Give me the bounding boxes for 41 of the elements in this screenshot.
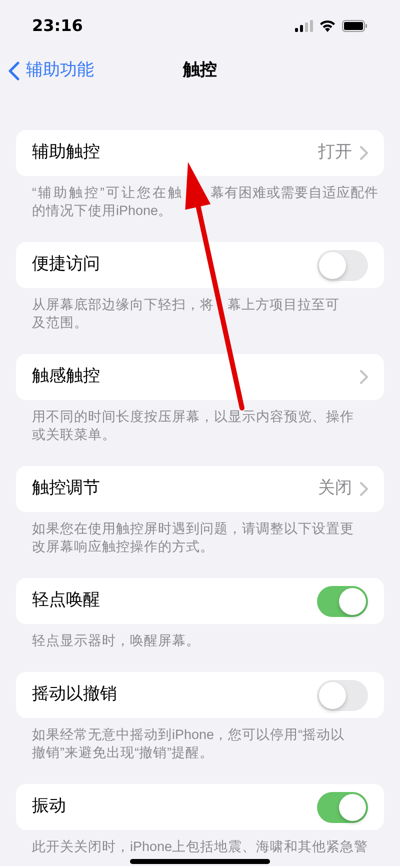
back-button[interactable]: 辅助功能 (8, 58, 94, 84)
settings-row[interactable]: 便捷访问 (16, 242, 384, 288)
chevron-icon (360, 146, 368, 160)
row-label: 便捷访问 (32, 253, 100, 276)
row-description: 轻点显示器时，唤醒屏幕。 (31, 632, 201, 650)
row-description: 如果您在使用触控屏时遇到问题，请调整以下设置更改屏幕响应触控操作的方式。 (31, 520, 355, 556)
row-description: 如果经常无意中摇动到iPhone，您可以停用“摇动以撤销”来避免出现“撤销”提醒。 (31, 726, 346, 762)
row-label: 触控调节 (32, 477, 100, 500)
battery-icon (342, 20, 368, 32)
back-chevron-icon (8, 61, 20, 81)
row-description: 从屏幕底部边缘向下轻扫，将 (32, 297, 214, 312)
settings-row[interactable]: 触感触控 (16, 354, 384, 400)
row-description: 幕有困难或需要自适应配件 (210, 185, 378, 200)
wifi-icon (319, 20, 336, 32)
settings-row[interactable]: 轻点唤醒 (16, 578, 384, 624)
row-label: 轻点唤醒 (32, 589, 100, 612)
row-label: 摇动以撤销 (32, 683, 117, 706)
status-time: 23:16 (32, 15, 83, 37)
toggle-switch[interactable] (317, 250, 368, 280)
chevron-icon (360, 482, 368, 496)
row-label: 振动 (32, 795, 66, 818)
toggle-switch[interactable] (317, 586, 368, 616)
settings-row[interactable]: 摇动以撤销 (16, 672, 384, 718)
row-value: 打开 (318, 141, 352, 164)
row-description: 及范围。 (32, 314, 88, 332)
page-title: 触控 (183, 59, 217, 82)
toggle-switch[interactable] (317, 680, 368, 710)
row-description: 此开关关闭时，iPhone上包括地震、海啸和其他紧急警 (31, 838, 370, 856)
row-description: 用不同的时间长度按压屏幕，以显示内容预览、操作或关联菜单。 (31, 408, 355, 444)
row-description: “辅助触控”可让您在触 (32, 185, 184, 200)
chevron-icon (360, 370, 368, 384)
row-description: 的情况下使用iPhone。 (32, 202, 172, 220)
row-value: 关闭 (318, 477, 352, 500)
toggle-switch[interactable] (317, 792, 368, 822)
row-description: 幕上方项目拉至可 (228, 297, 340, 312)
row-label: 触感触控 (32, 365, 100, 388)
row-label: 辅助触控 (32, 141, 100, 164)
settings-row[interactable]: 触控调节 关闭 (16, 466, 384, 512)
signal-icon (295, 20, 313, 32)
settings-row[interactable]: 振动 (16, 784, 384, 830)
settings-row[interactable]: 辅助触控 打开 (16, 130, 384, 176)
